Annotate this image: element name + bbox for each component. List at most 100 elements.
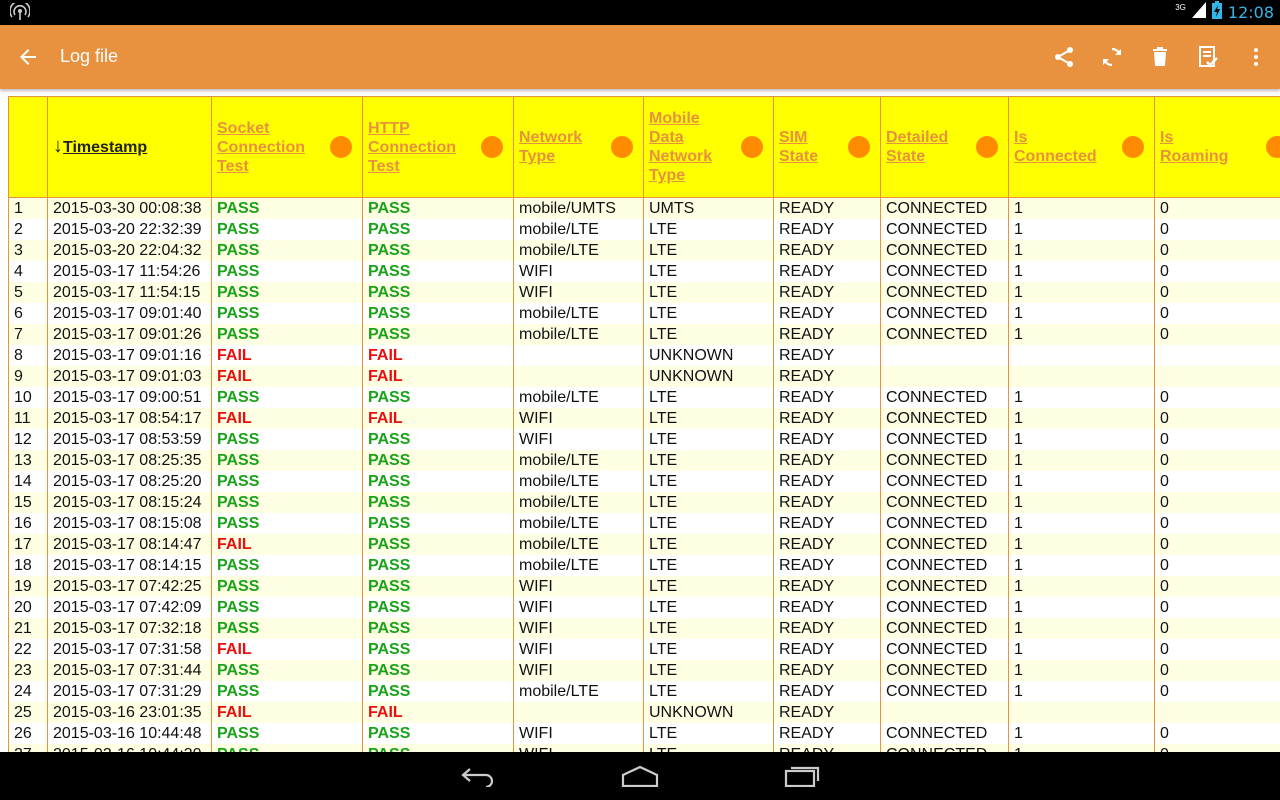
table-row[interactable]: 20 2015-03-17 07:42:09 PASS PASS WIFI LTE READ… — [8, 597, 1280, 618]
table-cell: LTE — [643, 723, 774, 744]
table-row[interactable]: 7 2015-03-17 09:01:26 PASS PASS mobile/LTE LT… — [8, 324, 1280, 345]
checklist-icon[interactable] — [1184, 33, 1232, 81]
table-cell: READY — [773, 660, 881, 681]
table-row[interactable]: 13 2015-03-17 08:25:35 PASS PASS mobile/LTE L… — [8, 450, 1280, 471]
column-header-sim-state[interactable]: SIM State — [773, 96, 881, 198]
table-row[interactable]: 6 2015-03-17 09:01:40 PASS PASS mobile/LTE LT… — [8, 303, 1280, 324]
table-row[interactable]: 22 2015-03-17 07:31:58 FAIL PASS WIFI LTE READ… — [8, 639, 1280, 660]
table-cell: WIFI — [513, 639, 644, 660]
table-cell: 21 — [8, 618, 48, 639]
table-row[interactable]: 16 2015-03-17 08:15:08 PASS PASS mobile/LTE L… — [8, 513, 1280, 534]
table-cell: PASS — [211, 681, 363, 702]
refresh-icon[interactable] — [1088, 33, 1136, 81]
share-icon[interactable] — [1040, 33, 1088, 81]
table-row[interactable]: 2 2015-03-20 22:32:39 PASS PASS mobile/LTE LT… — [8, 219, 1280, 240]
table-row[interactable]: 21 2015-03-17 07:32:18 PASS PASS WIFI LTE READ… — [8, 618, 1280, 639]
table-cell: 18 — [8, 555, 48, 576]
column-header-http-connection-test[interactable]: HTTP Connection Test — [362, 96, 514, 198]
table-cell: READY — [773, 639, 881, 660]
table-cell: 0 — [1154, 471, 1280, 492]
table-cell: 2015-03-17 09:01:16 — [47, 345, 212, 366]
column-header-mobile-data-network-type[interactable]: Mobile Data Network Type — [643, 96, 774, 198]
back-nav-icon[interactable] — [454, 760, 502, 792]
column-header-row-number — [8, 96, 48, 198]
recent-apps-nav-icon[interactable] — [778, 760, 826, 792]
table-row[interactable]: 12 2015-03-17 08:53:59 PASS PASS WIFI LTE READ… — [8, 429, 1280, 450]
table-row[interactable]: 24 2015-03-17 07:31:29 PASS PASS mobile/LTE L… — [8, 681, 1280, 702]
table-row[interactable]: 19 2015-03-17 07:42:25 PASS PASS WIFI LTE READ… — [8, 576, 1280, 597]
table-cell: 1 — [1008, 660, 1155, 681]
sort-indicator-icon — [330, 136, 352, 158]
table-cell: 9 — [8, 366, 48, 387]
table-row[interactable]: 15 2015-03-17 08:15:24 PASS PASS mobile/LTE L… — [8, 492, 1280, 513]
table-cell: FAIL — [362, 408, 514, 429]
table-cell: 1 — [1008, 534, 1155, 555]
table-row[interactable]: 5 2015-03-17 11:54:15 PASS PASS WIFI LTE READY… — [8, 282, 1280, 303]
status-clock: 12:08 — [1227, 3, 1274, 22]
table-cell: CONNECTED — [880, 303, 1009, 324]
sort-indicator-icon — [976, 136, 998, 158]
table-row[interactable]: 17 2015-03-17 08:14:47 FAIL PASS mobile/LTE L… — [8, 534, 1280, 555]
column-header-label: Detailed State — [886, 129, 949, 165]
table-row[interactable]: 23 2015-03-17 07:31:44 PASS PASS WIFI LTE READ… — [8, 660, 1280, 681]
table-cell: CONNECTED — [880, 387, 1009, 408]
table-row[interactable]: 272015-03-16 10:44:30PASSPASSWIFILTEREAD… — [8, 744, 1280, 752]
column-header-is-roaming[interactable]: Is Roaming — [1154, 96, 1280, 198]
table-cell: 2015-03-30 00:08:38 — [47, 197, 212, 219]
table-row[interactable]: 14 2015-03-17 08:25:20 PASS PASS mobile/LTE L… — [8, 471, 1280, 492]
home-nav-icon[interactable] — [616, 760, 664, 792]
delete-icon[interactable] — [1136, 33, 1184, 81]
table-cell: LTE — [643, 429, 774, 450]
table-row[interactable]: 8 2015-03-17 09:01:16 FAIL FAIL UNKNOWN READY — [8, 345, 1280, 366]
table-cell: 2015-03-17 08:14:15 — [47, 555, 212, 576]
table-cell: PASS — [211, 219, 363, 240]
column-header-socket-connection-test[interactable]: Socket Connection Test — [211, 96, 363, 198]
table-cell: 2015-03-17 08:14:47 — [47, 534, 212, 555]
table-row[interactable]: 9 2015-03-17 09:01:03 FAIL FAIL UNKNOWN READY — [8, 366, 1280, 387]
table-row[interactable]: 11 2015-03-17 08:54:17 FAIL FAIL WIFI LTE READ… — [8, 408, 1280, 429]
table-row[interactable]: 26 2015-03-16 10:44:48 PASS PASS WIFI LTE READ… — [8, 723, 1280, 744]
overflow-menu-icon[interactable] — [1232, 33, 1280, 81]
table-cell: LTE — [643, 555, 774, 576]
table-cell: LTE — [643, 282, 774, 303]
column-header-network-type[interactable]: Network Type — [513, 96, 644, 198]
table-cell: 1 — [1008, 555, 1155, 576]
table-row[interactable]: 25 2015-03-16 23:01:35 FAIL FAIL UNKNOWN READ… — [8, 702, 1280, 723]
table-row[interactable]: 1 2015-03-30 00:08:38 PASS PASS mobile/UMTS U… — [8, 197, 1280, 219]
table-row[interactable]: 4 2015-03-17 11:54:26 PASS PASS WIFI LTE READY… — [8, 261, 1280, 282]
battery-charging-icon — [1211, 1, 1222, 24]
table-cell: mobile/LTE — [513, 450, 644, 471]
table-cell: mobile/LTE — [513, 219, 644, 240]
table-cell: 1 — [1008, 408, 1155, 429]
sort-descending-icon: ↓ — [53, 135, 63, 157]
table-cell: CONNECTED — [880, 639, 1009, 660]
table-row[interactable]: 3 2015-03-20 22:04:32 PASS PASS mobile/LTE LT… — [8, 240, 1280, 261]
table-cell: 2015-03-20 22:32:39 — [47, 219, 212, 240]
table-cell: PASS — [362, 744, 514, 752]
column-header-timestamp[interactable]: ↓Timestamp — [47, 96, 212, 198]
table-cell: 19 — [8, 576, 48, 597]
table-cell: 0 — [1154, 513, 1280, 534]
table-cell: PASS — [211, 197, 363, 219]
table-cell — [1008, 702, 1155, 723]
table-cell: 2015-03-17 09:00:51 — [47, 387, 212, 408]
column-header-is-connected[interactable]: Is Connected — [1008, 96, 1155, 198]
table-cell: LTE — [643, 534, 774, 555]
table-cell: PASS — [211, 513, 363, 534]
table-row[interactable]: 10 2015-03-17 09:00:51 PASS PASS mobile/LTE L… — [8, 387, 1280, 408]
column-header-label: Mobile Data Network Type — [649, 110, 713, 184]
table-cell: 1 — [1008, 471, 1155, 492]
table-cell: 2015-03-17 07:31:44 — [47, 660, 212, 681]
table-row[interactable]: 18 2015-03-17 08:14:15 PASS PASS mobile/LTE L… — [8, 555, 1280, 576]
table-cell: PASS — [362, 197, 514, 219]
table-cell: PASS — [362, 681, 514, 702]
table-cell: READY — [773, 723, 881, 744]
column-header-detailed-state[interactable]: Detailed State — [880, 96, 1009, 198]
back-arrow-icon[interactable] — [16, 45, 40, 69]
table-cell: PASS — [211, 597, 363, 618]
table-cell: UMTS — [643, 197, 774, 219]
table-cell: CONNECTED — [880, 576, 1009, 597]
table-cell: 0 — [1154, 219, 1280, 240]
log-table-container[interactable]: ↓Timestamp Socket Connection Test HTTP C… — [8, 96, 1280, 752]
table-cell: FAIL — [211, 534, 363, 555]
